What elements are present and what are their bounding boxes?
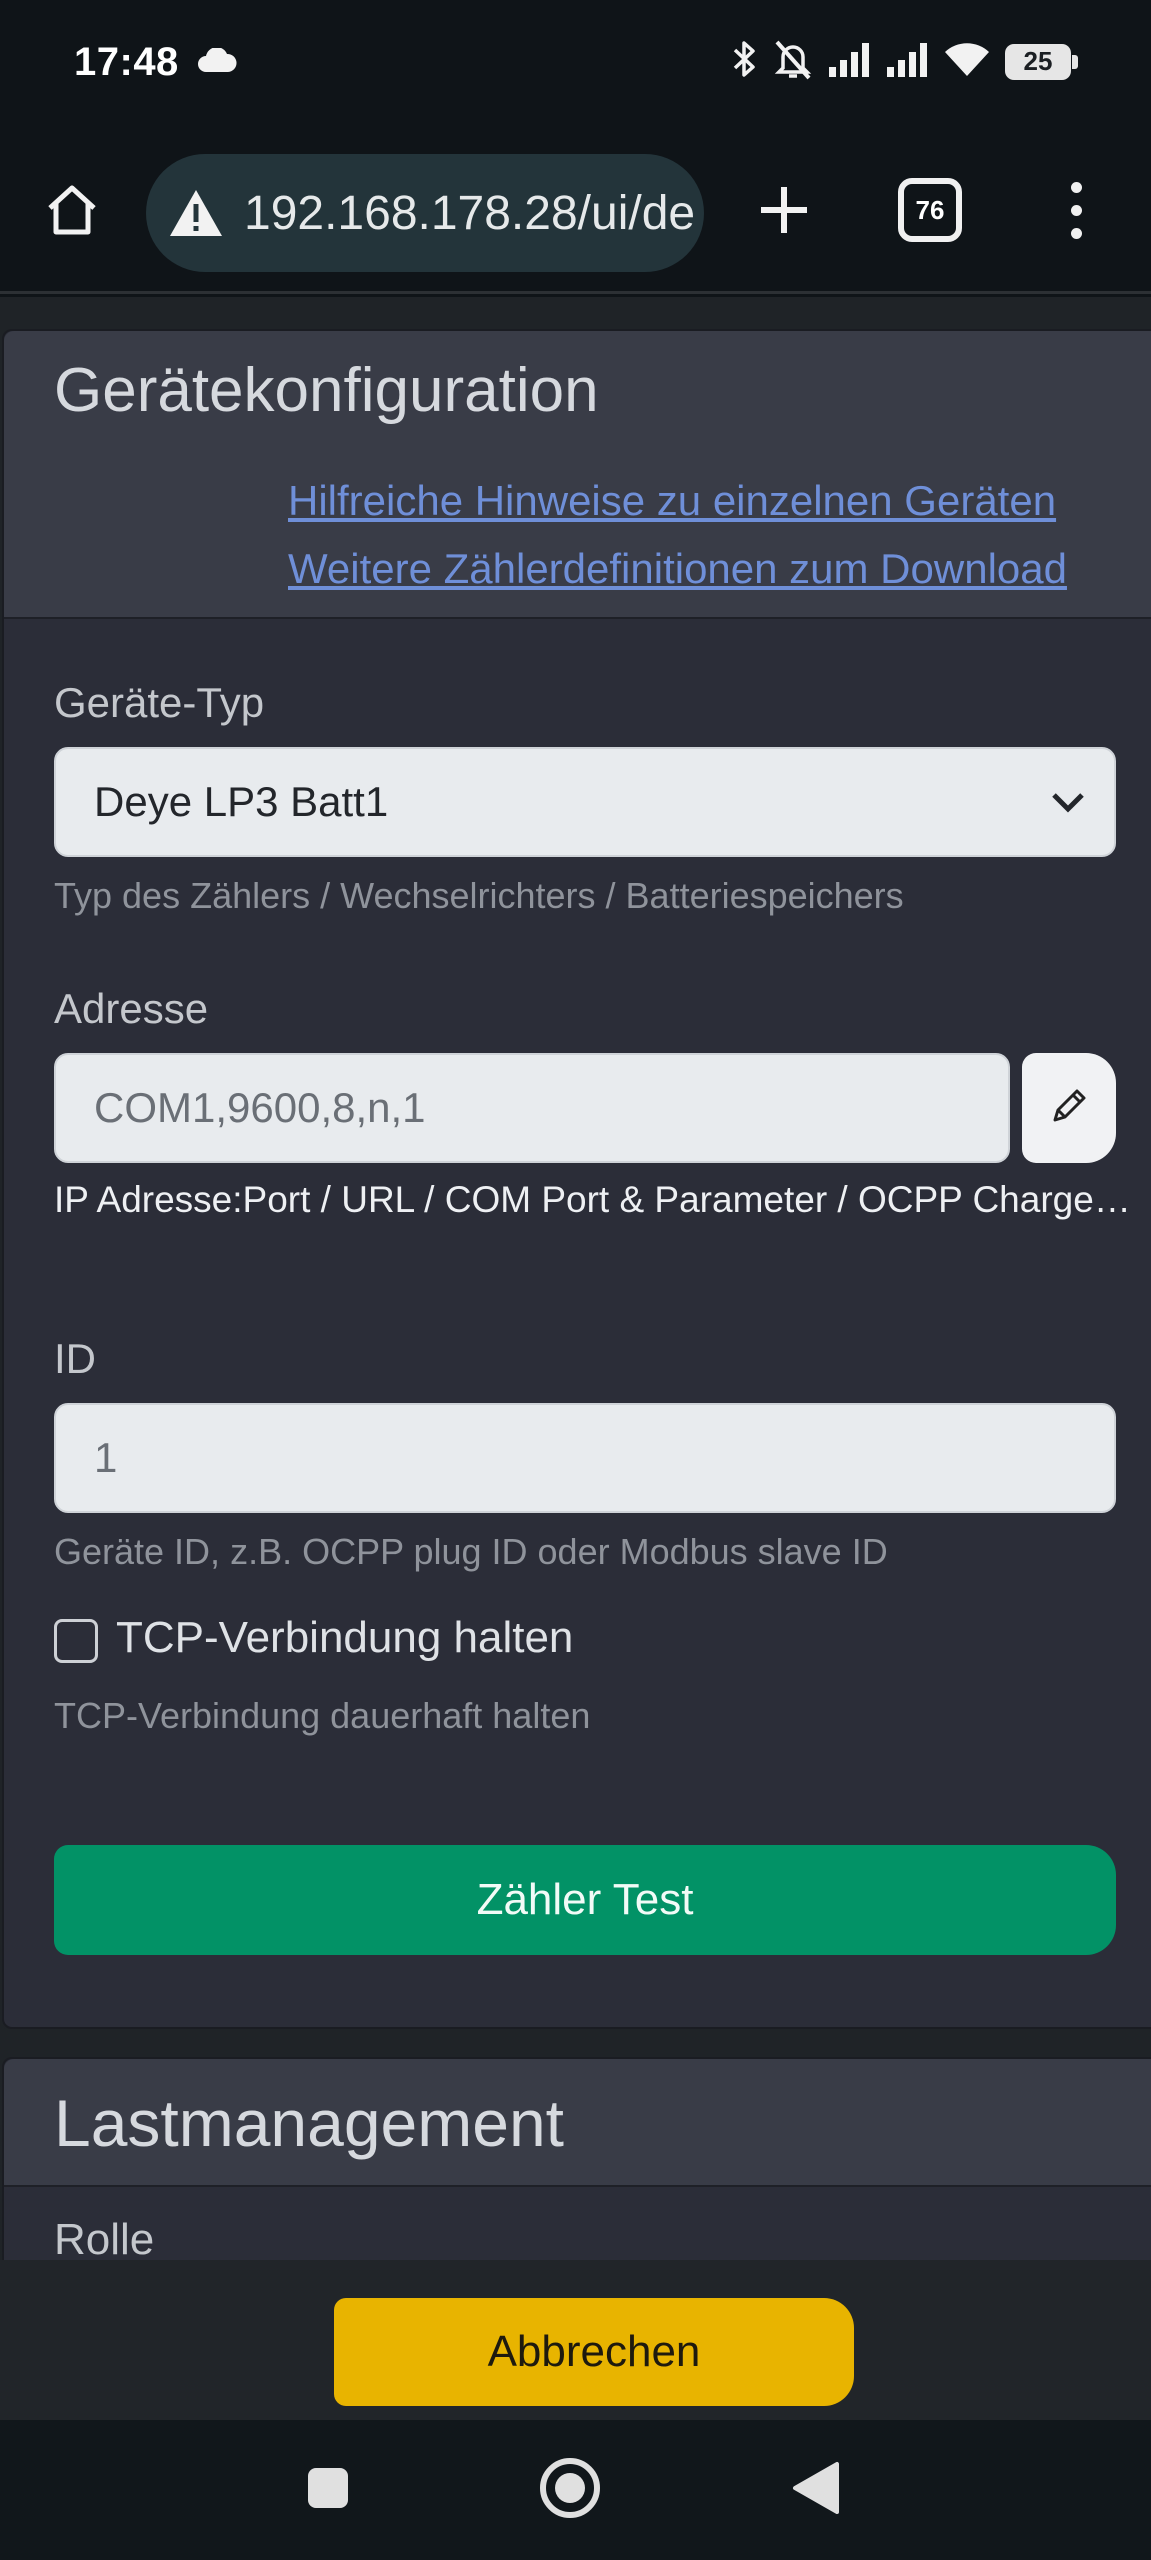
id-input[interactable] <box>54 1403 1116 1513</box>
device-config-card: Gerätekonfiguration Hilfreiche Hinweise … <box>2 329 1151 2029</box>
home-circle-icon[interactable] <box>536 2454 604 2522</box>
overflow-menu-icon[interactable] <box>1056 172 1096 248</box>
status-bar: 17:48 25 <box>0 0 1151 132</box>
load-management-title: Lastmanagement <box>54 2086 564 2160</box>
device-type-label: Geräte-Typ <box>54 679 265 726</box>
status-time: 17:48 <box>74 40 179 84</box>
new-tab-icon[interactable] <box>746 172 822 248</box>
battery-icon: 25 <box>1005 43 1078 80</box>
signal-icon <box>885 41 929 82</box>
device-config-header: Gerätekonfiguration Hilfreiche Hinweise … <box>4 331 1151 619</box>
tcp-keep-help: TCP-Verbindung dauerhaft halten <box>54 1695 591 1736</box>
id-help: Geräte ID, z.B. OCPP plug ID oder Modbus… <box>54 1531 888 1572</box>
recents-square-icon[interactable] <box>300 2460 356 2516</box>
bluetooth-icon <box>731 39 759 84</box>
page-content: Gerätekonfiguration Hilfreiche Hinweise … <box>0 297 1151 2260</box>
tcp-keep-label[interactable]: TCP-Verbindung halten <box>116 1613 573 1663</box>
tcp-keep-checkbox[interactable] <box>54 1619 98 1663</box>
tab-count: 76 <box>915 194 945 225</box>
bell-muted-icon <box>773 38 813 85</box>
signal-icon <box>827 41 871 82</box>
address-label: Adresse <box>54 985 209 1032</box>
device-type-select[interactable]: Deye LP3 Batt1 <box>54 747 1116 857</box>
back-triangle-icon[interactable] <box>786 2458 844 2518</box>
warning-triangle-icon[interactable] <box>166 183 226 243</box>
cloud-icon <box>196 47 238 79</box>
action-bar: Abbrechen <box>0 2260 1151 2420</box>
edit-address-button[interactable] <box>1022 1053 1116 1163</box>
address-input[interactable] <box>54 1053 1010 1163</box>
system-nav-bar <box>0 2420 1151 2560</box>
browser-toolbar: 192.168.178.28/ui/de 76 <box>0 132 1151 294</box>
chevron-down-icon <box>1048 783 1088 833</box>
load-management-card: Lastmanagement Rolle <box>2 2057 1151 2260</box>
device-type-help: Typ des Zählers / Wechselrichters / Batt… <box>54 875 904 916</box>
wifi-icon <box>943 40 991 83</box>
url-text[interactable]: 192.168.178.28/ui/de <box>244 186 695 241</box>
home-icon[interactable] <box>36 174 108 246</box>
tab-switcher-button[interactable]: 76 <box>898 178 962 242</box>
device-config-title: Gerätekonfiguration <box>54 356 599 425</box>
battery-level: 25 <box>1023 46 1053 76</box>
device-type-value: Deye LP3 Batt1 <box>94 778 389 825</box>
address-bar[interactable]: 192.168.178.28/ui/de <box>146 154 704 272</box>
load-management-header: Lastmanagement <box>4 2059 1151 2187</box>
pencil-icon <box>1049 1086 1089 1131</box>
status-icons: 25 <box>731 38 1078 85</box>
meter-test-button[interactable]: Zähler Test <box>54 1845 1116 1955</box>
role-label: Rolle <box>54 2215 155 2260</box>
device-hints-link[interactable]: Hilfreiche Hinweise zu einzelnen Geräten <box>288 477 1056 525</box>
id-label: ID <box>54 1335 96 1382</box>
address-hint: IP Adresse:Port / URL / COM Port & Param… <box>54 1179 1134 1220</box>
meter-definitions-link[interactable]: Weitere Zählerdefinitionen zum Download <box>288 545 1067 593</box>
cancel-button[interactable]: Abbrechen <box>334 2298 854 2406</box>
